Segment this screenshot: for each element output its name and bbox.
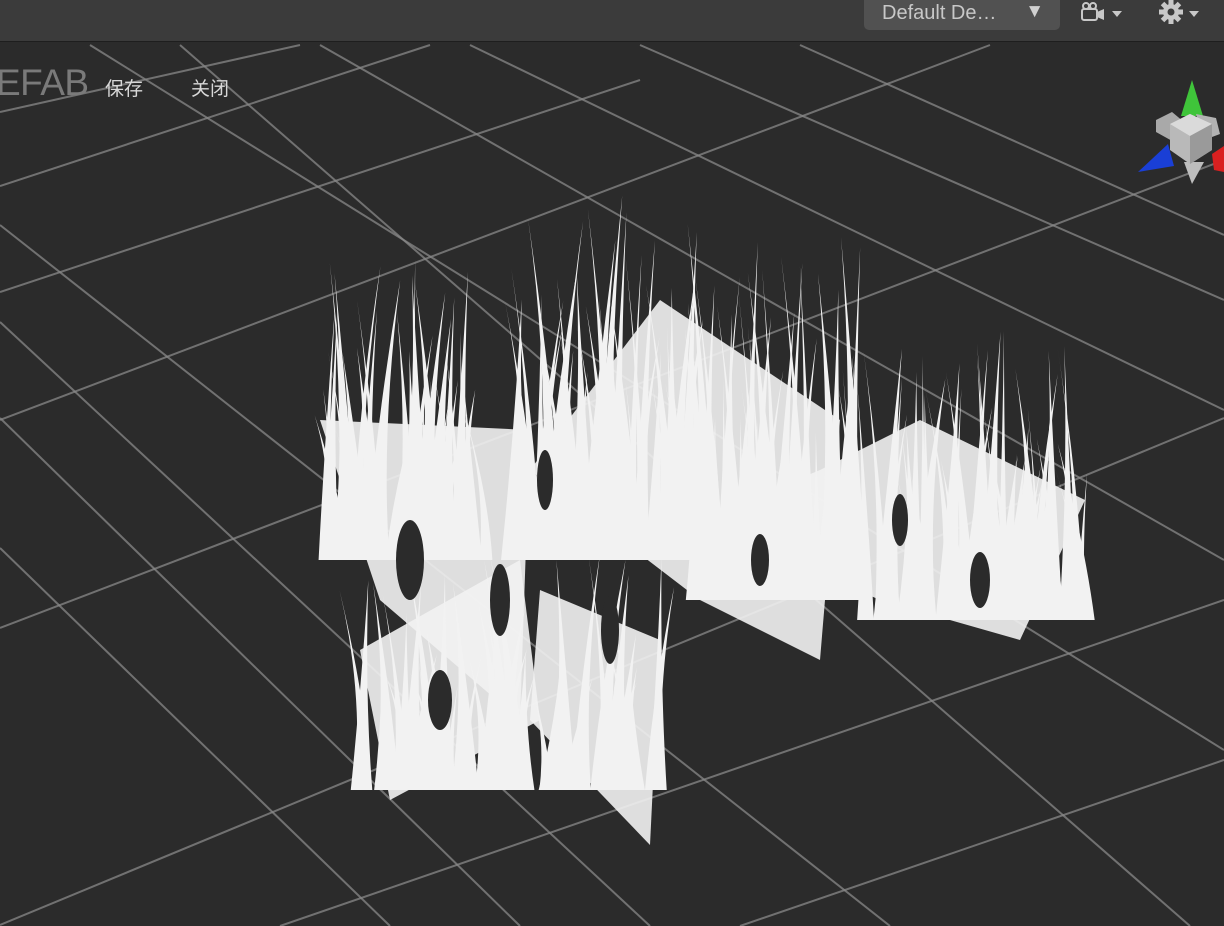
grass-gap [428,670,452,730]
z-axis-cone[interactable] [1138,144,1174,172]
camera-settings-button[interactable] [1079,0,1129,28]
x-axis-cone[interactable] [1212,146,1224,172]
gizmo-arm [1184,162,1204,184]
render-mode-dropdown[interactable]: Default De… ▼ [864,0,1060,30]
grass-gap [970,552,990,608]
save-button[interactable]: 保存 [105,74,143,101]
chevron-down-icon [1112,11,1122,17]
scene-viewport[interactable] [0,0,1224,926]
grass-gap [396,520,424,600]
gizmo-settings-button[interactable] [1158,0,1208,28]
close-button[interactable]: 关闭 [191,74,229,101]
orientation-gizmo[interactable] [1134,78,1224,188]
grass-gap [601,596,619,664]
grass-gap [490,564,510,636]
scene-toolbar: Default De… ▼ [0,0,1224,42]
prefab-mode-title: EFAB [0,62,89,103]
y-axis-cone[interactable] [1181,80,1203,116]
render-mode-label: Default De… [882,2,997,24]
camera-icon [1081,2,1104,21]
gear-icon [1159,0,1183,24]
triangle-down-icon: ▼ [1025,1,1044,22]
grass-gap [892,494,908,546]
grass-gap [537,450,553,510]
grass-gap [751,534,769,586]
chevron-down-icon [1189,11,1199,17]
